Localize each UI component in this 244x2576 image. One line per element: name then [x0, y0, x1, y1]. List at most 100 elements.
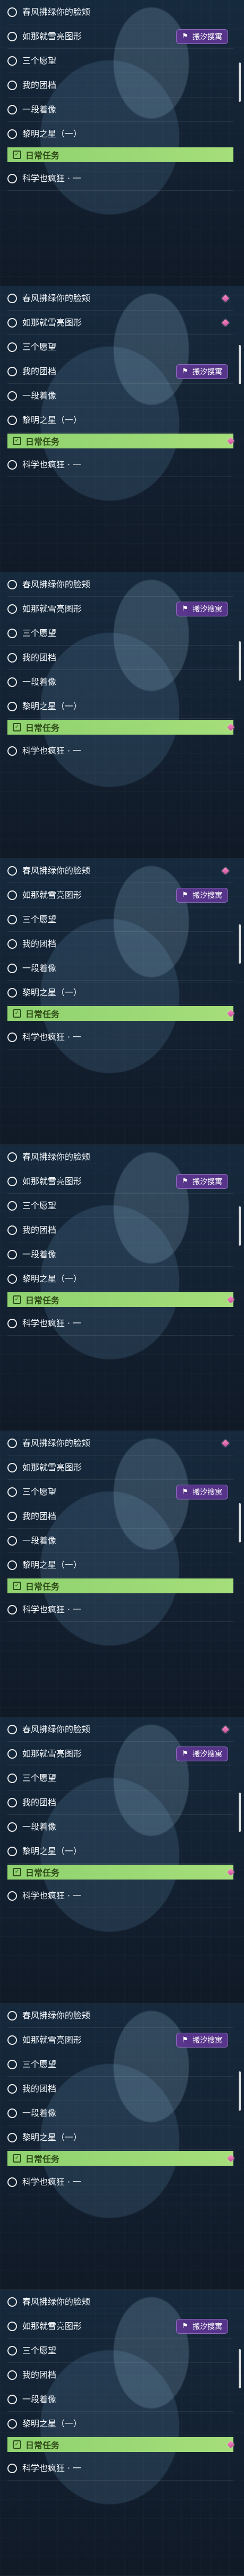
task-checkbox[interactable] — [7, 1724, 17, 1734]
task-row[interactable]: 科学也疯狂 · 一 — [7, 1884, 233, 1908]
task-row[interactable]: 黎明之星（一） — [7, 694, 233, 719]
task-row[interactable]: 三个愿望 — [7, 2052, 233, 2077]
task-row[interactable]: 如那就雪亮图形 ⚑ 搬汐搜寓 — [7, 597, 233, 621]
task-row[interactable]: 三个愿望 — [7, 2339, 233, 2363]
task-row[interactable]: 科学也疯狂 · 一 — [7, 166, 233, 191]
task-checkbox[interactable] — [7, 2370, 17, 2380]
task-checkbox[interactable] — [7, 2108, 17, 2118]
task-checkbox[interactable] — [7, 1511, 17, 1521]
task-checkbox[interactable] — [7, 628, 17, 638]
task-checkbox[interactable] — [7, 460, 17, 470]
task-row[interactable]: 我的团档 — [7, 646, 233, 670]
task-checkbox[interactable] — [7, 1318, 17, 1328]
scrollbar[interactable] — [239, 2349, 241, 2388]
task-row[interactable]: 春风拂绿你的脸颊 — [7, 2290, 233, 2314]
task-row[interactable]: 如那就雪亮图形 ⚑ 搬汐搜寓 — [7, 1742, 233, 1766]
task-checkbox[interactable] — [7, 173, 17, 183]
task-checkbox[interactable] — [7, 317, 17, 328]
task-row[interactable]: 一段着像 — [7, 2387, 233, 2412]
task-row[interactable]: 科学也疯狂 · 一 — [7, 2456, 233, 2481]
task-row[interactable]: 三个愿望 — [7, 907, 233, 932]
task-row[interactable]: 一段着像 — [7, 670, 233, 694]
task-checkbox[interactable] — [7, 56, 17, 66]
task-row[interactable]: 科学也疯狂 · 一 — [7, 1025, 233, 1049]
task-checkbox[interactable] — [7, 1560, 17, 1570]
task-checkbox[interactable] — [7, 2084, 17, 2094]
task-checkbox[interactable] — [7, 2463, 17, 2473]
scrollbar[interactable] — [239, 1503, 241, 1542]
task-row[interactable]: 春风拂绿你的脸颊 — [7, 572, 233, 597]
task-checkbox[interactable] — [7, 1249, 17, 1259]
task-checkbox[interactable] — [7, 963, 17, 973]
task-checkbox[interactable] — [7, 701, 17, 711]
task-row[interactable]: 三个愿望 — [7, 621, 233, 646]
task-row[interactable]: 科学也疯狂 · 一 — [7, 1311, 233, 1336]
task-row[interactable]: 春风拂绿你的脸颊 — [7, 2004, 233, 2028]
task-checkbox[interactable] — [7, 1773, 17, 1783]
task-row[interactable]: 我的团档 — [7, 1790, 233, 1815]
task-row[interactable]: 科学也疯狂 · 一 — [7, 2170, 233, 2194]
task-row[interactable]: 春风拂绿你的脸颊 — [7, 1717, 233, 1742]
task-row[interactable]: 黎明之星（一） — [7, 1839, 233, 1864]
task-row[interactable]: 科学也疯狂 · 一 — [7, 1598, 233, 1622]
task-row[interactable]: 黎明之星（一） — [7, 1267, 233, 1291]
scrollbar[interactable] — [239, 641, 241, 681]
scrollbar[interactable] — [239, 1793, 241, 1832]
task-row[interactable]: 三个愿望 — [7, 335, 233, 359]
task-checkbox[interactable] — [7, 2010, 17, 2021]
task-checkbox[interactable] — [7, 914, 17, 924]
task-checkbox[interactable] — [7, 1438, 17, 1448]
task-checkbox[interactable] — [7, 391, 17, 401]
task-checkbox[interactable] — [7, 652, 17, 663]
task-row[interactable]: 如那就雪亮图形 ⚑ 搬汐搜寓 — [7, 883, 233, 907]
scrollbar[interactable] — [239, 2071, 241, 2111]
task-row[interactable]: 我的团档 — [7, 932, 233, 956]
task-checkbox[interactable] — [7, 129, 17, 139]
task-row[interactable]: 三个愿望 — [7, 49, 233, 73]
task-row[interactable]: 我的团档 — [7, 1218, 233, 1242]
task-checkbox[interactable] — [7, 1536, 17, 1546]
scrollbar[interactable] — [239, 1206, 241, 1246]
task-row[interactable]: 科学也疯狂 · 一 — [7, 453, 233, 477]
task-row[interactable]: 一段着像 — [7, 1242, 233, 1267]
task-row[interactable]: 春风拂绿你的脸颊 — [7, 859, 233, 883]
task-row[interactable]: 我的团档 — [7, 2077, 233, 2101]
task-checkbox[interactable] — [7, 1749, 17, 1759]
task-row[interactable]: 春风拂绿你的脸颊 — [7, 286, 233, 311]
task-checkbox[interactable] — [7, 1604, 17, 1615]
task-row[interactable]: 我的团档 — [7, 1504, 233, 1529]
task-row[interactable]: 如那就雪亮图形 — [7, 311, 233, 335]
task-row[interactable]: 三个愿望 — [7, 1766, 233, 1790]
task-checkbox[interactable] — [7, 746, 17, 756]
task-checkbox[interactable] — [7, 1032, 17, 1042]
task-checkbox[interactable] — [7, 7, 17, 17]
task-row[interactable]: 黎明之星（一） — [7, 2412, 233, 2436]
task-checkbox[interactable] — [7, 2419, 17, 2429]
task-checkbox[interactable] — [7, 579, 17, 589]
task-row[interactable]: 春风拂绿你的脸颊 — [7, 0, 233, 24]
task-row[interactable]: 一段着像 — [7, 1529, 233, 1553]
task-checkbox[interactable] — [7, 1176, 17, 1186]
task-row[interactable]: 我的团档 — [7, 73, 233, 98]
task-checkbox[interactable] — [7, 1201, 17, 1211]
task-row[interactable]: 一段着像 — [7, 2101, 233, 2125]
task-checkbox[interactable] — [7, 1225, 17, 1235]
task-row[interactable]: 科学也疯狂 · 一 — [7, 739, 233, 763]
task-row[interactable]: 如那就雪亮图形 — [7, 1455, 233, 1480]
task-checkbox[interactable] — [7, 104, 17, 114]
task-checkbox[interactable] — [7, 2059, 17, 2069]
task-checkbox[interactable] — [7, 866, 17, 876]
task-checkbox[interactable] — [7, 2345, 17, 2356]
task-checkbox[interactable] — [7, 1274, 17, 1284]
task-row[interactable]: 春风拂绿你的脸颊 — [7, 1145, 233, 1169]
task-row[interactable]: 一段着像 — [7, 956, 233, 981]
task-checkbox[interactable] — [7, 890, 17, 900]
task-checkbox[interactable] — [7, 1822, 17, 1832]
task-row[interactable]: 一段着像 — [7, 1815, 233, 1839]
scrollbar[interactable] — [239, 63, 241, 102]
task-checkbox[interactable] — [7, 80, 17, 90]
task-row[interactable]: 三个愿望 ⚑ 搬汐搜寓 — [7, 1480, 233, 1504]
task-checkbox[interactable] — [7, 31, 17, 41]
task-checkbox[interactable] — [7, 1462, 17, 1472]
scrollbar[interactable] — [239, 345, 241, 384]
